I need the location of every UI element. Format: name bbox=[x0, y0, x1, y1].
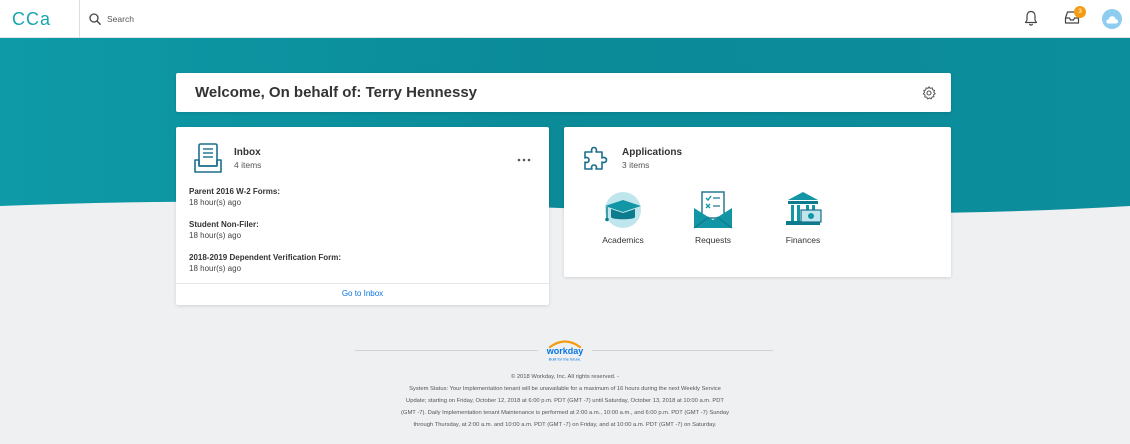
app-label: Requests bbox=[695, 235, 731, 245]
app-label: Finances bbox=[785, 235, 821, 245]
inbox-item[interactable]: 2018-2019 Dependent Verification Form: 1… bbox=[189, 252, 341, 274]
gear-icon bbox=[922, 86, 936, 100]
notifications-button[interactable] bbox=[1024, 10, 1038, 32]
app-finances[interactable]: Finances bbox=[768, 190, 838, 245]
workday-logo[interactable]: workday Built for the future. bbox=[540, 337, 590, 363]
cca-logo-icon: CCa bbox=[12, 10, 51, 28]
welcome-card: Welcome, On behalf of: Terry Hennessy bbox=[176, 73, 951, 112]
inbox-document-icon bbox=[194, 143, 222, 173]
footer-status-line: (GMT -7). Daily Implementation tenant Ma… bbox=[401, 410, 729, 416]
workday-logo-icon: workday Built for the future. bbox=[546, 340, 584, 362]
bell-icon bbox=[1024, 10, 1038, 26]
inbox-item[interactable]: Student Non-Filer: 18 hour(s) ago bbox=[189, 219, 259, 241]
cloud-icon bbox=[1106, 16, 1119, 24]
inbox-count-badge: 3 bbox=[1074, 6, 1086, 18]
app-requests[interactable]: Requests bbox=[678, 190, 748, 245]
logo-text: CCa bbox=[12, 10, 51, 28]
footer-copyright: © 2018 Workday, Inc. All rights reserved… bbox=[510, 374, 620, 380]
app-label: Academics bbox=[602, 235, 644, 245]
inbox-item[interactable]: Parent 2016 W-2 Forms: 18 hour(s) ago bbox=[189, 186, 280, 208]
inbox-item-title: 2018-2019 Dependent Verification Form: bbox=[189, 253, 342, 262]
more-options-button[interactable] bbox=[517, 149, 531, 167]
inbox-button[interactable]: 3 bbox=[1064, 6, 1086, 30]
applications-title: Applications bbox=[622, 147, 683, 158]
welcome-title: Welcome, On behalf of: Terry Hennessy bbox=[195, 84, 478, 101]
settings-button[interactable] bbox=[922, 86, 936, 105]
workday-tagline: Built for the future. bbox=[549, 357, 582, 362]
bank-icon bbox=[786, 192, 822, 225]
inbox-item-time: 18 hour(s) ago bbox=[189, 231, 242, 240]
inbox-item-time: 18 hour(s) ago bbox=[189, 264, 242, 273]
applications-count: 3 items bbox=[622, 160, 650, 170]
inbox-count: 4 items bbox=[234, 160, 262, 170]
inbox-item-title: Student Non-Filer: bbox=[189, 220, 259, 229]
search-icon bbox=[89, 12, 101, 25]
logo[interactable]: CCa bbox=[0, 0, 80, 38]
search-input[interactable] bbox=[107, 13, 327, 24]
footer-divider-right bbox=[592, 350, 773, 351]
graduation-cap-icon bbox=[605, 192, 641, 228]
footer-status-line: through Thursday, at 2:00 a.m. and 10:00… bbox=[413, 422, 717, 428]
avatar[interactable] bbox=[1102, 9, 1122, 29]
app-academics[interactable]: Academics bbox=[588, 190, 658, 245]
inbox-title: Inbox bbox=[234, 147, 261, 158]
inbox-card: Inbox 4 items Parent 2016 W-2 Forms: 18 … bbox=[176, 127, 549, 305]
inbox-item-time: 18 hour(s) ago bbox=[189, 198, 242, 207]
top-bar: CCa 3 bbox=[0, 0, 1130, 38]
inbox-item-title: Parent 2016 W-2 Forms: bbox=[189, 187, 280, 196]
envelope-form-icon bbox=[693, 191, 733, 229]
puzzle-piece-icon bbox=[584, 146, 608, 170]
footer-status-line: System Status: Your Implementation tenan… bbox=[409, 386, 721, 392]
footer-status-line: Update; starting on Friday, October 12, … bbox=[406, 398, 724, 404]
ellipsis-icon bbox=[517, 158, 531, 162]
applications-card: Applications 3 items Academics Requests bbox=[564, 127, 951, 277]
workday-brand: workday bbox=[546, 346, 584, 356]
go-to-inbox-link[interactable]: Go to Inbox bbox=[176, 283, 549, 305]
footer-divider-left bbox=[355, 350, 538, 351]
search-bar[interactable] bbox=[89, 12, 327, 25]
